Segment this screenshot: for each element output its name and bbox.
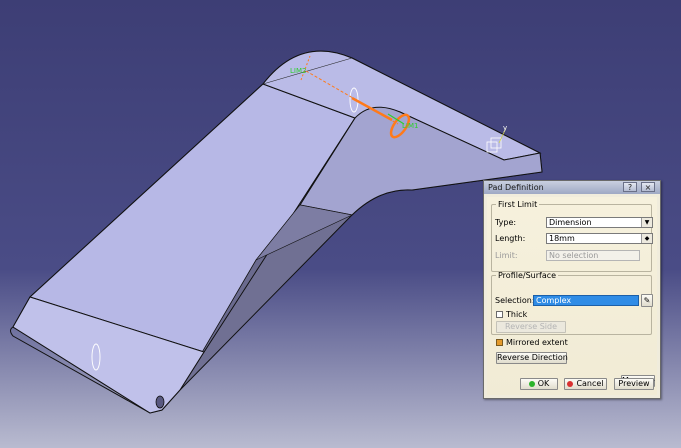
reverse-side-button[interactable]: Reverse Side <box>496 321 566 333</box>
length-field[interactable]: 18mm ◆ <box>546 233 653 244</box>
ok-button[interactable]: OK <box>520 378 558 390</box>
mirrored-extent-checkbox[interactable] <box>496 339 503 346</box>
selection-field[interactable]: Complex <box>533 295 639 306</box>
type-label: Type: <box>495 218 517 227</box>
ok-label: OK <box>537 379 550 388</box>
limit-field[interactable]: No selection <box>546 250 640 261</box>
lim1-label: LIM1 <box>402 122 418 130</box>
cancel-button[interactable]: Cancel <box>564 378 607 390</box>
thick-label: Thick <box>506 310 528 319</box>
dialog-body: First Limit Type: Dimension ▼ Length: 18… <box>487 197 657 395</box>
sketch-icon: ✎ <box>643 296 651 305</box>
selection-label: Selection: <box>495 296 535 305</box>
length-value: 18mm <box>549 234 575 243</box>
close-button[interactable]: × <box>641 182 655 192</box>
cancel-label: Cancel <box>576 379 604 388</box>
limit-value: No selection <box>549 251 599 260</box>
lim2-label: LIM2 <box>290 67 306 75</box>
axis-y-label: y <box>503 124 507 132</box>
first-limit-legend: First Limit <box>498 200 538 209</box>
profile-surface-legend: Profile/Surface <box>498 271 557 280</box>
dialog-title: Pad Definition <box>488 183 544 192</box>
sketch-edit-button[interactable]: ✎ <box>641 294 653 307</box>
mirrored-extent-label: Mirrored extent <box>506 338 568 347</box>
type-value: Dimension <box>549 218 592 227</box>
thick-checkbox[interactable] <box>496 311 503 318</box>
type-dropdown[interactable]: Dimension ▼ <box>546 217 653 228</box>
ok-icon <box>528 381 535 387</box>
selection-value: Complex <box>536 296 572 305</box>
pad-definition-dialog: Pad Definition ? × First Limit Type: Dim… <box>483 180 661 399</box>
length-label: Length: <box>495 234 526 243</box>
help-button[interactable]: ? <box>623 182 637 192</box>
preview-button[interactable]: Preview <box>614 378 654 390</box>
limit-label: Limit: <box>495 251 518 260</box>
cancel-icon <box>567 381 574 387</box>
dialog-titlebar[interactable]: Pad Definition ? × <box>484 181 660 194</box>
chevron-down-icon[interactable]: ▼ <box>641 218 652 227</box>
reverse-direction-button[interactable]: Reverse Direction <box>496 352 568 364</box>
spinner-icon[interactable]: ◆ <box>641 234 652 243</box>
